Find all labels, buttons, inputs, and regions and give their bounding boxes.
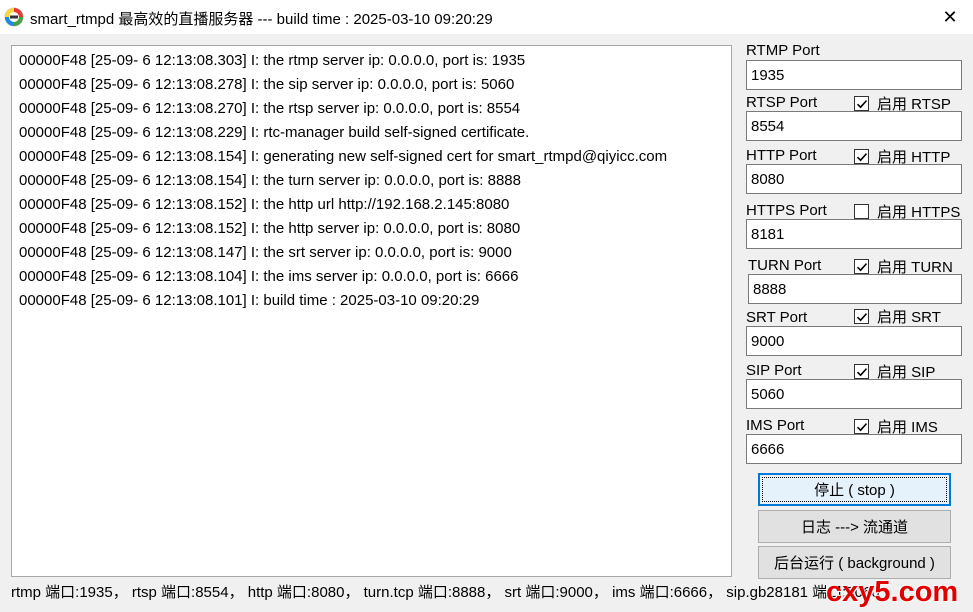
log-line: 00000F48 [25-09- 6 12:13:08.152] I: the … (19, 196, 510, 213)
log-line: 00000F48 [25-09- 6 12:13:08.229] I: rtc-… (19, 124, 530, 141)
turn-port-label: TURN Port (748, 257, 822, 274)
rtsp-port-input[interactable] (746, 111, 962, 141)
https-port-label: HTTPS Port (746, 202, 827, 219)
status-bar-text: rtmp 端口:1935， rtsp 端口:8554， http 端口:8080… (11, 584, 880, 601)
turn-port-input[interactable] (748, 274, 962, 304)
rtmp-port-input[interactable] (746, 60, 962, 90)
sip-port-input[interactable] (746, 379, 962, 409)
watermark-logo: cxy5.com (826, 576, 959, 608)
log-line: 00000F48 [25-09- 6 12:13:08.270] I: the … (19, 100, 521, 117)
app-logo-icon (4, 7, 24, 27)
close-icon: ✕ (942, 6, 958, 27)
checkmark-icon (854, 364, 869, 379)
checkmark-icon (854, 149, 869, 164)
log-toggle-button[interactable]: 日志 ---> 流通道 (758, 510, 951, 543)
ims-port-label: IMS Port (746, 417, 805, 434)
ims-port-input[interactable] (746, 434, 962, 464)
checkmark-icon (854, 96, 869, 111)
main-client-area: 00000F48 [25-09- 6 12:13:08.303] I: the … (0, 34, 973, 612)
srt-port-label: SRT Port (746, 309, 808, 326)
title-bar: smart_rtmpd 最高效的直播服务器 --- build time : 2… (0, 0, 973, 34)
sip-port-label: SIP Port (746, 362, 802, 379)
log-line: 00000F48 [25-09- 6 12:13:08.154] I: gene… (19, 148, 668, 165)
https-port-input[interactable] (746, 219, 962, 249)
log-line: 00000F48 [25-09- 6 12:13:08.303] I: the … (19, 52, 526, 69)
checkbox-box (854, 204, 869, 219)
log-line: 00000F48 [25-09- 6 12:13:08.104] I: the … (19, 268, 519, 285)
checkmark-icon (854, 309, 869, 324)
rtsp-port-label: RTSP Port (746, 94, 818, 111)
stop-button[interactable]: 停止 ( stop ) (758, 473, 951, 506)
http-port-input[interactable] (746, 164, 962, 194)
log-line: 00000F48 [25-09- 6 12:13:08.101] I: buil… (19, 292, 480, 309)
rtmp-port-label: RTMP Port (746, 42, 820, 59)
srt-enable-label: 启用 SRT (877, 309, 941, 326)
log-line: 00000F48 [25-09- 6 12:13:08.147] I: the … (19, 244, 512, 261)
log-list[interactable]: 00000F48 [25-09- 6 12:13:08.303] I: the … (11, 45, 732, 577)
srt-enable-checkbox[interactable]: 启用 SRT (854, 306, 941, 327)
log-line: 00000F48 [25-09- 6 12:13:08.152] I: the … (19, 220, 521, 237)
window-title: smart_rtmpd 最高效的直播服务器 --- build time : 2… (30, 11, 493, 28)
checkmark-icon (854, 259, 869, 274)
log-line: 00000F48 [25-09- 6 12:13:08.278] I: the … (19, 76, 515, 93)
log-line: 00000F48 [25-09- 6 12:13:08.154] I: the … (19, 172, 521, 189)
close-button[interactable]: ✕ (927, 0, 973, 34)
http-port-label: HTTP Port (746, 147, 817, 164)
srt-port-input[interactable] (746, 326, 962, 356)
checkmark-icon (854, 419, 869, 434)
